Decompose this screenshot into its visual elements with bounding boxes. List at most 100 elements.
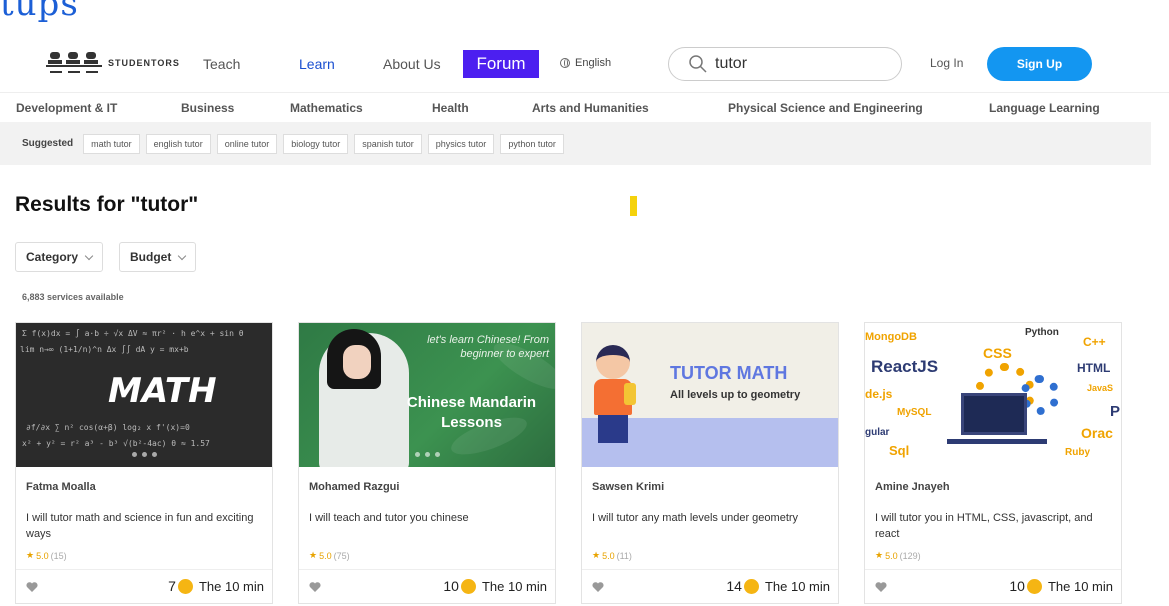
seller-name[interactable]: Amine Jnayeh [875,481,950,493]
nav-learn-link[interactable]: Learn [299,56,335,72]
service-card[interactable]: TUTOR MATH All levels up to geometry Saw… [581,322,839,604]
tech-word: MySQL [897,407,932,418]
review-count: (75) [333,550,350,561]
forum-button[interactable]: Forum [463,50,539,78]
suggested-chip[interactable]: python tutor [500,133,564,154]
heart-icon[interactable] [875,581,887,593]
carousel-dots[interactable] [299,452,555,457]
star-icon: ★ [592,550,601,560]
service-card[interactable]: MongoDB Python C++ CSS ReactJS HTML de.j… [864,322,1122,604]
category-business[interactable]: Business [181,101,234,115]
suggested-label: Suggested [22,138,74,149]
seller-name[interactable]: Mohamed Razgui [309,481,399,493]
heart-icon[interactable] [592,581,604,593]
service-card-image[interactable]: let's learn Chinese! From beginner to ex… [299,323,555,467]
globe-icon [560,58,570,68]
search-icon[interactable] [689,55,707,73]
service-card[interactable]: Σ f(x)dx = ∫ a·b ÷ √x ΔV ≈ πr² · h e^x +… [15,322,273,604]
category-arts-humanities[interactable]: Arts and Humanities [532,101,649,115]
signup-button[interactable]: Sign Up [987,47,1092,81]
chevron-down-icon [84,251,94,260]
chinese-image-script: let's learn Chinese! From beginner to ex… [427,334,549,360]
tech-word: Orac [1081,425,1113,441]
logo[interactable]: STUDENTORS [46,48,180,78]
page-header-partial-text: tups [0,0,79,24]
price: 10 The 10 min [443,578,547,594]
price-value: 14 [726,578,742,594]
rating: ★ 5.0 (129) [875,550,921,561]
service-title[interactable]: I will tutor any math levels under geome… [592,510,828,526]
category-filter-dropdown[interactable]: Category [15,242,104,272]
tech-word: C++ [1083,335,1106,349]
budget-filter-dropdown[interactable]: Budget [119,242,197,272]
suggested-chip[interactable]: online tutor [216,133,278,154]
rating: ★ 5.0 (11) [592,550,632,561]
tech-word: HTML [1077,361,1111,375]
suggested-chip[interactable]: physics tutor [427,133,495,154]
suggested-chip[interactable]: math tutor [83,133,140,154]
tech-word: Python [1025,327,1059,338]
search-input[interactable] [715,55,875,73]
category-physical-science[interactable]: Physical Science and Engineering [728,101,923,115]
tech-word: P [1110,403,1121,420]
heart-icon[interactable] [309,581,321,593]
coin-icon [743,578,759,594]
price: 14 The 10 min [726,578,830,594]
login-link[interactable]: Log In [930,56,963,70]
navbar: STUDENTORS Teach Learn About Us Forum En… [0,36,1169,92]
service-card-image[interactable]: MongoDB Python C++ CSS ReactJS HTML de.j… [865,323,1121,467]
coin-icon [1026,578,1042,594]
tech-word: JavaS [1087,383,1114,393]
service-card-image[interactable]: Σ f(x)dx = ∫ a·b ÷ √x ΔV ≈ πr² · h e^x +… [16,323,272,467]
price-value: 10 [443,578,459,594]
services-count: 6,883 services available [22,292,124,302]
duration: The 10 min [1047,578,1113,594]
suggested-chip[interactable]: biology tutor [283,133,349,154]
suggested-chip[interactable]: english tutor [145,133,211,154]
chinese-image-title: Chinese Mandarin Lessons [406,394,537,431]
language-label: English [575,57,612,69]
suggested-bar: Suggested math tutor english tutor onlin… [0,122,1151,165]
rating: ★ 5.0 (15) [26,550,67,561]
star-icon: ★ [875,550,884,560]
seller-name[interactable]: Sawsen Krimi [592,481,664,493]
carousel-dots[interactable] [16,452,272,457]
rating-value: 5.0 [36,550,49,561]
service-card-image[interactable]: TUTOR MATH All levels up to geometry [582,323,838,467]
results-title: Results for "tutor" [15,193,199,216]
math-image-title: MATH [108,371,217,411]
category-mathematics[interactable]: Mathematics [290,101,363,115]
service-title[interactable]: I will teach and tutor you chinese [309,510,545,526]
coin-icon [177,578,193,594]
rating-value: 5.0 [602,550,615,561]
price-value: 10 [1009,578,1025,594]
service-card[interactable]: let's learn Chinese! From beginner to ex… [298,322,556,604]
category-development-it[interactable]: Development & IT [16,101,117,115]
heart-icon[interactable] [26,581,38,593]
card-footer: 10 The 10 min [865,569,1121,603]
nav-about-link[interactable]: About Us [383,56,441,72]
suggested-chip[interactable]: spanish tutor [354,133,422,154]
seller-name[interactable]: Fatma Moalla [26,481,96,493]
tech-word: Ruby [1065,447,1090,458]
language-selector[interactable]: English [560,57,611,69]
duration: The 10 min [764,578,830,594]
text-cursor-marker [630,196,637,216]
category-bar: Development & IT Business Mathematics He… [0,92,1169,122]
service-title[interactable]: I will tutor you in HTML, CSS, javascrip… [875,510,1111,542]
card-footer: 10 The 10 min [299,569,555,603]
budget-filter-label: Budget [130,250,172,264]
search-box[interactable] [668,47,902,81]
category-language-learning[interactable]: Language Learning [989,101,1100,115]
tutor-math-image-subtitle: All levels up to geometry [670,389,801,401]
chevron-down-icon [178,251,187,260]
logo-text: STUDENTORS [108,58,180,68]
review-count: (15) [50,550,67,561]
category-health[interactable]: Health [432,101,469,115]
nav-teach-link[interactable]: Teach [203,56,240,72]
service-title[interactable]: I will tutor math and science in fun and… [26,510,262,542]
category-filter-label: Category [26,250,79,264]
tech-word: gular [865,427,890,438]
tech-word: MongoDB [865,331,917,343]
review-count: (11) [616,550,632,561]
